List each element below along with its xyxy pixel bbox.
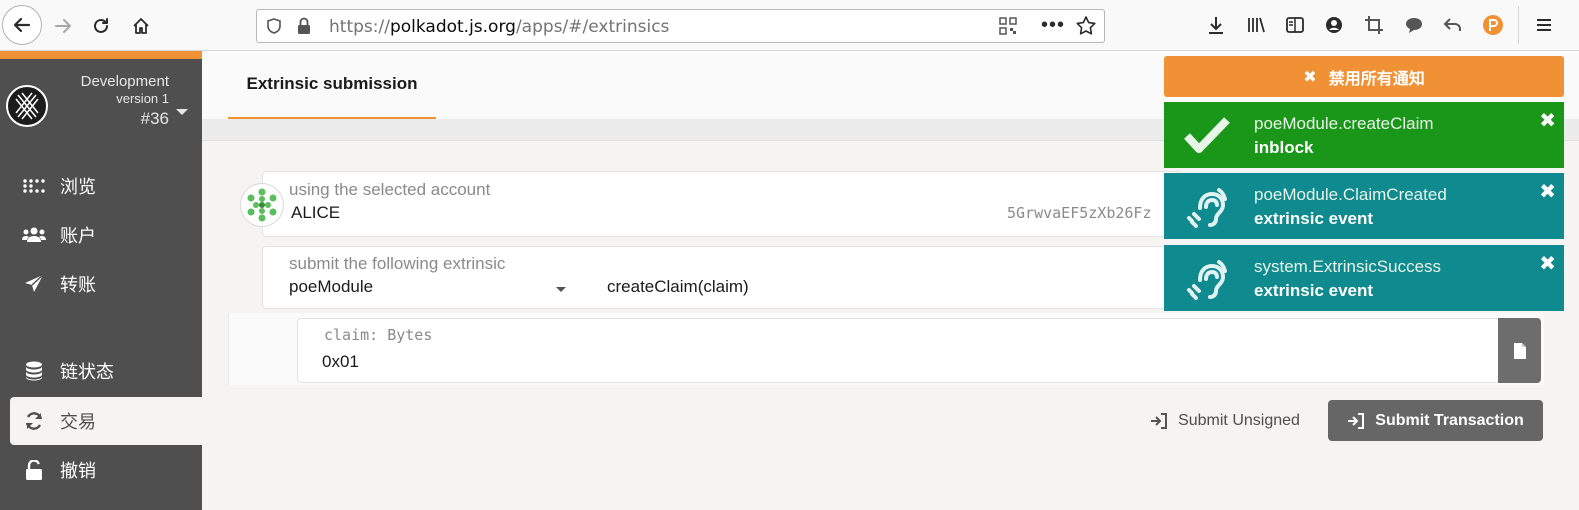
sync-icon [22,409,46,433]
undo-icon[interactable] [1441,13,1465,37]
sidebar-item-sudo[interactable]: 撤销 [10,446,202,494]
reader-view-icon[interactable] [1283,13,1307,37]
notification-item: system.ExtrinsicSuccess extrinsic event … [1164,245,1564,311]
close-icon[interactable]: ✖ [1539,251,1556,276]
sidebar-item-label: 转账 [60,275,96,295]
home-button[interactable] [122,4,160,48]
database-icon [22,359,46,383]
sign-in-icon [1348,412,1365,429]
sidebar-item-accounts[interactable]: 账户 [10,211,202,259]
bookmark-star-icon[interactable] [1075,15,1097,42]
arrow-left-icon [13,17,31,33]
chain-name: Development [80,73,169,90]
method-dropdown[interactable]: createClaim(claim) [607,277,749,297]
chain-block-number: #36 [140,109,169,128]
menu-icon[interactable] [1532,13,1556,37]
ear-listen-icon [1182,254,1232,304]
sidebar-item-label: 交易 [60,412,96,432]
ear-listen-icon [1182,182,1232,232]
reload-button[interactable] [82,4,120,48]
qr-code-icon[interactable] [999,17,1017,40]
extrinsic-label: submit the following extrinsic [289,254,506,273]
notification-item: poeModule.createClaim inblock ✖ [1164,102,1564,168]
notification-title: system.ExtrinsicSuccess [1254,257,1442,276]
file-upload-button[interactable] [1498,318,1541,383]
chat-icon[interactable] [1402,13,1426,37]
lock-icon [295,16,313,41]
sign-in-icon [1151,413,1168,429]
sidebar-item-label: 链状态 [60,362,114,382]
submit-transaction-button[interactable]: Submit Transaction [1328,400,1543,441]
crop-icon[interactable] [1362,13,1386,37]
notification-title: poeModule.ClaimCreated [1254,185,1447,204]
home-icon [133,18,149,34]
chain-version: version 1 [116,91,169,106]
sidebar-item-label: 撤销 [60,461,96,481]
chevron-down-icon[interactable] [556,287,566,292]
notification-status: extrinsic event [1254,281,1374,300]
unlock-icon [22,458,46,482]
check-icon [1182,111,1232,161]
download-icon[interactable] [1204,13,1228,37]
account-label: using the selected account [289,180,491,199]
close-icon[interactable]: ✖ [1539,179,1556,204]
polkadot-extension-icon[interactable] [1481,13,1505,37]
sidebar-item-transfer[interactable]: 转账 [10,260,202,308]
tab-extrinsic-submission[interactable]: Extrinsic submission [228,51,436,119]
reload-icon [94,18,108,33]
toolbar-divider [1518,6,1519,44]
account-address: 5GrwvaEF5zXb26Fz [1007,204,1152,222]
claim-input[interactable]: claim: Bytes 0x01 [297,318,1499,383]
notification-status: inblock [1254,138,1314,157]
arrow-right-icon [55,19,71,33]
url-bar[interactable]: https://polkadot.js.org/apps/#/extrinsic… [256,9,1105,43]
sidebar: Development version 1 #36 浏览 账户 转账 链状态 交… [0,51,202,510]
notification-status: extrinsic event [1254,209,1374,228]
sidebar-item-label: 浏览 [60,177,96,197]
notification-item: poeModule.ClaimCreated extrinsic event ✖ [1164,173,1564,239]
chain-logo [6,85,48,127]
send-icon [22,272,46,296]
page-actions-icon[interactable]: ••• [1041,14,1065,37]
sidebar-item-extrinsics[interactable]: 交易 [10,397,202,445]
sidebar-item-explorer[interactable]: 浏览 [10,162,202,210]
submit-unsigned-button[interactable]: Submit Unsigned [1139,401,1311,441]
dismiss-all-notifications-button[interactable]: ✖ 禁用所有通知 [1164,56,1564,97]
users-icon [22,223,46,247]
explorer-icon [22,174,46,198]
account-selector[interactable]: using the selected account ALICE 5GrwvaE… [262,171,1182,237]
account-icon[interactable] [1322,13,1346,37]
account-name: ALICE [291,203,341,222]
forward-button[interactable] [44,4,82,48]
chevron-down-icon[interactable] [176,109,188,115]
sidebar-item-label: 账户 [60,226,96,246]
account-identicon [240,183,284,227]
claim-value: 0x01 [322,352,359,371]
library-icon[interactable] [1244,13,1268,37]
module-dropdown[interactable]: poeModule [289,277,373,297]
claim-label: claim: Bytes [324,326,433,344]
back-button[interactable] [2,5,42,45]
shield-icon [265,17,283,40]
url-text: https://polkadot.js.org/apps/#/extrinsic… [329,17,670,37]
extrinsic-selector: submit the following extrinsic poeModule… [262,246,1182,309]
close-icon: ✖ [1303,68,1317,86]
notification-title: poeModule.createClaim [1254,114,1434,133]
sidebar-item-chainstate[interactable]: 链状态 [10,347,202,395]
file-icon [1513,342,1526,359]
browser-toolbar: https://polkadot.js.org/apps/#/extrinsic… [0,0,1579,51]
close-icon[interactable]: ✖ [1539,108,1556,133]
